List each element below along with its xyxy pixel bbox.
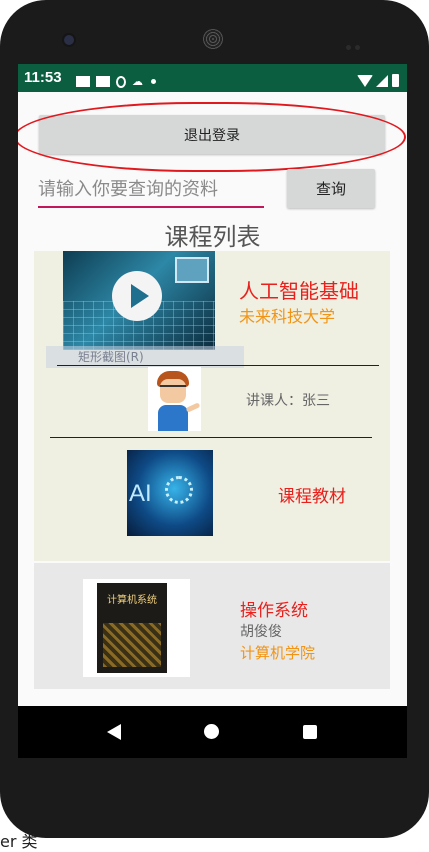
course-video-thumbnail[interactable]	[63, 251, 215, 350]
app-screen: 11:53 ☁ 退出登录 查询 课程列表 人工智能基础 未来科技大学 矩形截图(…	[18, 64, 407, 758]
course-name: 操作系统	[240, 601, 308, 621]
sensor-dots	[346, 35, 366, 50]
course-material-link[interactable]: 课程教材	[278, 482, 346, 507]
divider	[57, 365, 379, 366]
ai-material-image[interactable]: AI	[127, 450, 213, 536]
divider	[50, 437, 372, 438]
navigation-bar	[18, 706, 407, 758]
book-cover-image: 计算机系统	[83, 579, 190, 677]
status-bar: 11:53 ☁	[18, 64, 407, 92]
more-dot-icon	[151, 79, 156, 84]
background-text-fragment: er 类	[0, 832, 38, 851]
course-card-ai[interactable]: 人工智能基础 未来科技大学 矩形截图(R) 讲课人：张三 AI 课程教材	[34, 251, 390, 561]
back-icon[interactable]	[107, 724, 121, 740]
query-button[interactable]: 查询	[287, 169, 375, 208]
notification-icons: ☁	[76, 71, 156, 88]
speaker-grille	[203, 29, 223, 49]
home-icon[interactable]	[204, 724, 219, 739]
battery-icon	[392, 74, 399, 87]
course-name: 人工智能基础	[239, 279, 359, 303]
signal-icon	[376, 74, 388, 87]
search-input[interactable]	[38, 172, 264, 208]
location-icon	[116, 75, 126, 88]
recent-apps-icon[interactable]	[303, 725, 317, 739]
course-school: 计算机学院	[240, 644, 316, 662]
course-teacher: 胡俊俊	[240, 624, 282, 640]
front-camera-icon	[64, 35, 74, 45]
wifi-icon	[357, 74, 373, 87]
logout-button[interactable]: 退出登录	[39, 115, 385, 154]
notification-icon	[76, 76, 90, 87]
lecturer-label: 讲课人：张三	[246, 393, 330, 409]
wifi-question-icon: ☁	[132, 75, 143, 88]
course-school: 未来科技大学	[239, 307, 336, 326]
system-icons	[357, 70, 399, 87]
play-icon[interactable]	[112, 271, 162, 321]
lecturer-avatar	[148, 367, 201, 431]
course-card-os[interactable]: 计算机系统 操作系统 胡俊俊 计算机学院	[34, 563, 390, 689]
notification-icon	[96, 76, 110, 87]
course-list-title: 课程列表	[164, 223, 261, 251]
phone-frame: 11:53 ☁ 退出登录 查询 课程列表 人工智能基础 未来科技大学 矩形截图(…	[0, 0, 429, 838]
status-time: 11:53	[24, 69, 62, 86]
book-title: 计算机系统	[107, 595, 157, 606]
